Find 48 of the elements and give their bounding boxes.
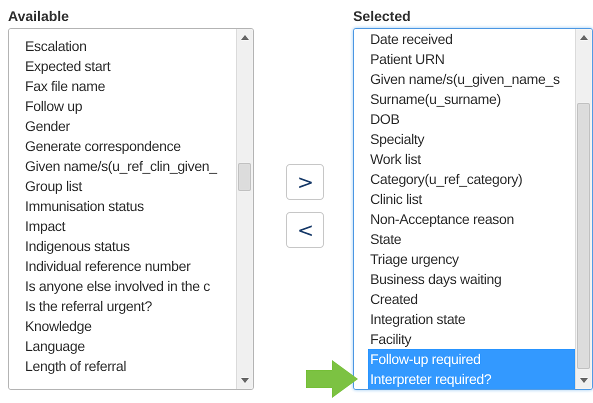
list-item[interactable]: Escalation — [23, 36, 236, 56]
list-item[interactable]: Surname(u_surname) — [368, 89, 576, 109]
list-item[interactable]: Clinic list — [368, 189, 576, 209]
list-item[interactable]: Non-Acceptance reason — [368, 209, 576, 229]
remove-button[interactable]: < — [286, 212, 324, 248]
list-item[interactable]: Group list — [23, 176, 236, 196]
list-item[interactable]: Length of referral — [23, 356, 236, 376]
scroll-thumb[interactable] — [238, 163, 251, 191]
list-item[interactable]: Patient URN — [368, 49, 576, 69]
list-item[interactable]: Triage urgency — [368, 249, 576, 269]
scroll-thumb[interactable] — [577, 103, 590, 369]
list-box[interactable] — [353, 28, 593, 390]
list-item[interactable]: Impact — [23, 216, 236, 236]
list-item[interactable]: Indigenous status — [23, 236, 236, 256]
list-item[interactable]: Is the referral urgent? — [23, 296, 236, 316]
list-item[interactable]: Specialty — [368, 129, 576, 149]
list-item[interactable]: Immunisation status — [23, 196, 236, 216]
list-item[interactable]: Fax file name — [23, 76, 236, 96]
list-item[interactable]: Expected start — [23, 56, 236, 76]
scrollbar[interactable] — [236, 29, 253, 389]
scroll-down-icon[interactable] — [240, 378, 249, 383]
list-item[interactable]: Generate correspondence — [23, 136, 236, 156]
list-item[interactable]: Individual reference number — [23, 256, 236, 276]
list-title: Selected — [353, 8, 412, 26]
list-item[interactable]: Date received — [368, 29, 576, 49]
list-item[interactable]: DOB — [368, 109, 576, 129]
arrow-icon — [306, 360, 358, 398]
scroll-down-icon[interactable] — [580, 378, 588, 383]
scroll-up-icon[interactable] — [240, 35, 249, 40]
list-item[interactable]: Business days waiting — [368, 269, 576, 289]
list-item[interactable]: Given name/s(u_ref_clin_given_ — [23, 156, 236, 176]
list-item[interactable]: State — [368, 229, 576, 249]
list-item[interactable]: Language — [23, 336, 236, 356]
list-item[interactable]: Category(u_ref_category) — [368, 169, 576, 189]
list-title: Available — [8, 8, 70, 26]
list-item[interactable]: Knowledge — [23, 316, 236, 336]
list-item[interactable]: Created — [368, 289, 576, 309]
list-item[interactable]: Is anyone else involved in the c — [23, 276, 236, 296]
list-box[interactable] — [8, 28, 254, 390]
add-button[interactable]: > — [286, 164, 324, 200]
list-item[interactable]: Work list — [368, 149, 576, 169]
list-item[interactable]: Follow up — [23, 96, 236, 116]
list-item[interactable]: Facility — [368, 329, 576, 349]
scroll-up-icon[interactable] — [580, 35, 588, 40]
scrollbar[interactable] — [575, 29, 592, 389]
list-item[interactable]: Integration state — [368, 309, 576, 329]
list-item[interactable]: Gender — [23, 116, 236, 136]
list-item[interactable]: Given name/s(u_given_name_s — [368, 69, 576, 89]
